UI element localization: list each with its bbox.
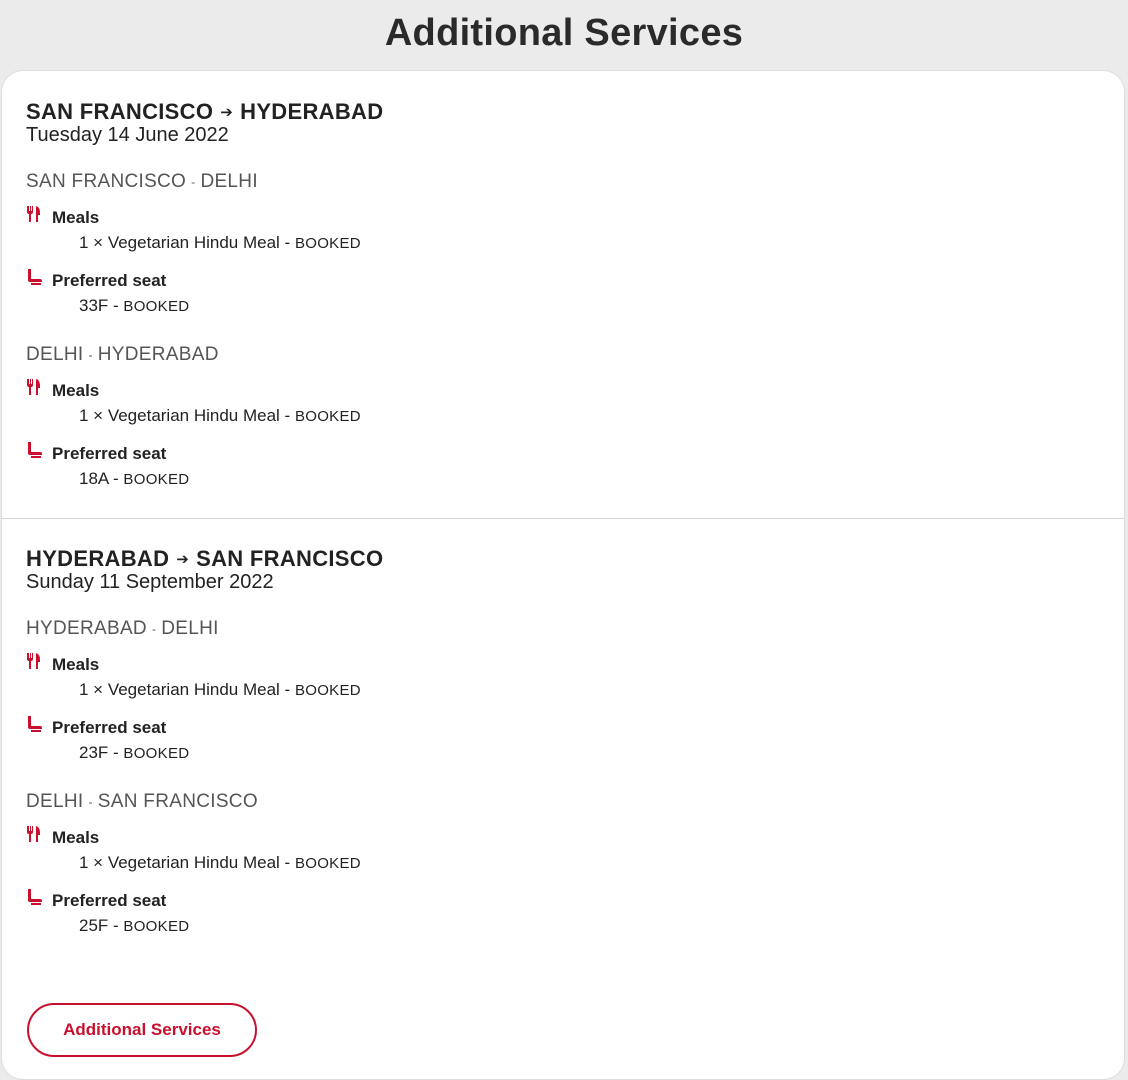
status-badge: BOOKED	[123, 298, 190, 315]
fork-knife-icon	[27, 379, 40, 395]
seat-icon	[28, 269, 42, 285]
segment-title: DELHI - SAN FRANCISCO	[26, 791, 726, 813]
seat-detail: 33F - BOOKED	[79, 296, 189, 316]
fork-knife-icon	[27, 826, 40, 842]
page-title: Additional Services	[384, 12, 744, 54]
seat-detail: 25F - BOOKED	[79, 916, 189, 936]
segment-title: SAN FRANCISCO - DELHI	[26, 171, 726, 193]
seat-number: 23F -	[79, 743, 124, 762]
segment-title: DELHI - HYDERABAD	[26, 344, 726, 366]
segment-separator: -	[191, 175, 196, 189]
meals-label: Meals	[52, 655, 100, 674]
segment-separator: -	[88, 795, 93, 809]
route-destination: SAN FRANCISCO	[196, 546, 384, 571]
status-badge: BOOKED	[294, 682, 361, 699]
segment-separator: -	[151, 622, 157, 636]
arrow-right-icon: ➔	[220, 104, 234, 121]
flight-segment: DELHI - HYDERABAD Meals 1 × Vegetarian Hin…	[26, 344, 726, 488]
fork-knife-icon	[27, 206, 40, 222]
seat-label: Preferred seat	[52, 271, 167, 290]
trip-outbound: SAN FRANCISCO ➔ HYDERABAD Tuesday 14 June …	[2, 71, 1124, 519]
seat-icon	[28, 442, 42, 458]
meals-label: Meals	[52, 828, 100, 847]
status-badge: BOOKED	[123, 745, 190, 762]
status-badge: BOOKED	[294, 855, 361, 872]
additional-services-button[interactable]: Additional Services	[27, 1003, 257, 1057]
seat-detail: 18A - BOOKED	[79, 469, 189, 489]
meals-label: Meals	[52, 381, 100, 400]
meal-description: 1 × Vegetarian Hindu Meal -	[79, 233, 295, 252]
status-badge: BOOKED	[123, 471, 190, 488]
flight-segment: SAN FRANCISCO - DELHI Meals 1 × Vegetarian…	[26, 171, 726, 315]
arrow-right-icon: ➔	[176, 551, 190, 568]
trip-route: SAN FRANCISCO ➔ HYDERABAD	[26, 99, 383, 125]
trip-return: HYDERABAD ➔ SAN FRANCISCO Sunday 11 Septem…	[2, 518, 1124, 1038]
meal-detail: 1 × Vegetarian Hindu Meal - BOOKED	[79, 406, 361, 426]
seat-number: 33F -	[79, 296, 124, 315]
segment-from: DELHI	[26, 344, 84, 365]
flight-segment: HYDERABAD - DELHI Meals 1 × Vegetarian Hin…	[26, 618, 726, 762]
route-destination: HYDERABAD	[240, 99, 384, 124]
route-origin: HYDERABAD	[26, 546, 170, 571]
status-badge: BOOKED	[294, 408, 361, 425]
segment-to: SAN FRANCISCO	[97, 791, 258, 812]
segment-from: SAN FRANCISCO	[26, 171, 187, 192]
meal-detail: 1 × Vegetarian Hindu Meal - BOOKED	[79, 233, 361, 253]
segment-from: HYDERABAD	[26, 618, 147, 639]
seat-icon	[28, 889, 42, 905]
meal-detail: 1 × Vegetarian Hindu Meal - BOOKED	[79, 853, 361, 873]
seat-detail: 23F - BOOKED	[79, 743, 189, 763]
seat-icon	[28, 716, 42, 732]
meal-description: 1 × Vegetarian Hindu Meal -	[79, 680, 295, 699]
segment-from: DELHI	[26, 791, 84, 812]
segment-to: HYDERABAD	[97, 344, 219, 365]
trip-route: HYDERABAD ➔ SAN FRANCISCO	[26, 546, 383, 572]
flight-segment: DELHI - SAN FRANCISCO Meals 1 × Vegetarian…	[26, 791, 726, 935]
meal-description: 1 × Vegetarian Hindu Meal -	[79, 853, 295, 872]
segment-title: HYDERABAD - DELHI	[26, 618, 726, 640]
meal-detail: 1 × Vegetarian Hindu Meal - BOOKED	[79, 680, 361, 700]
seat-label: Preferred seat	[52, 444, 167, 463]
segment-to: DELHI	[200, 171, 258, 192]
status-badge: BOOKED	[294, 235, 361, 252]
meals-label: Meals	[52, 208, 100, 227]
trip-date: Sunday 11 September 2022	[26, 571, 274, 593]
fork-knife-icon	[27, 653, 40, 669]
seat-label: Preferred seat	[52, 718, 167, 737]
seat-number: 18A -	[79, 469, 124, 488]
segment-separator: -	[88, 348, 93, 362]
seat-number: 25F -	[79, 916, 124, 935]
route-origin: SAN FRANCISCO	[26, 99, 214, 124]
trip-date: Tuesday 14 June 2022	[26, 124, 229, 146]
services-card: SAN FRANCISCO ➔ HYDERABAD Tuesday 14 June …	[1, 70, 1125, 1080]
status-badge: BOOKED	[123, 918, 190, 935]
seat-label: Preferred seat	[52, 891, 167, 910]
meal-description: 1 × Vegetarian Hindu Meal -	[79, 406, 295, 425]
segment-to: DELHI	[161, 618, 219, 639]
